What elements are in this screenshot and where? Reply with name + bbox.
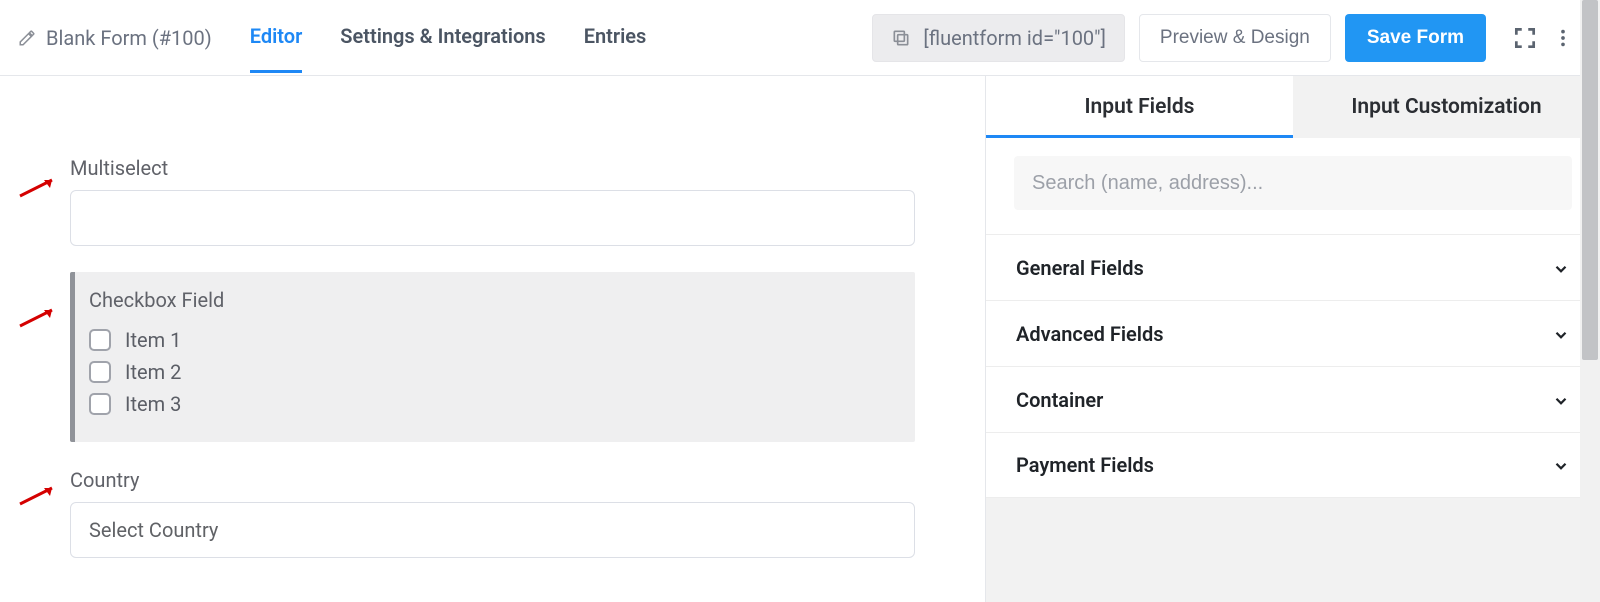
checkbox-icon[interactable] — [89, 329, 111, 351]
chevron-down-icon — [1552, 259, 1570, 277]
annotation-arrow — [18, 484, 58, 506]
form-canvas: Multiselect Checkbox Field Item 1 Item 2… — [0, 76, 985, 602]
save-form-button[interactable]: Save Form — [1345, 14, 1486, 62]
checkbox-icon[interactable] — [89, 361, 111, 383]
pencil-icon — [18, 29, 36, 47]
shortcode-text: [fluentform id="100"] — [923, 26, 1105, 50]
panel-tab-input-fields[interactable]: Input Fields — [986, 76, 1293, 138]
checkbox-option[interactable]: Item 1 — [89, 324, 897, 356]
group-label: General Fields — [1016, 256, 1144, 280]
checkbox-label: Checkbox Field — [89, 288, 897, 312]
checkbox-option[interactable]: Item 3 — [89, 388, 897, 420]
right-panel: Input Fields Input Customization General… — [985, 76, 1600, 602]
annotation-arrow — [18, 306, 58, 328]
country-placeholder: Select Country — [89, 518, 218, 542]
shortcode-box[interactable]: [fluentform id="100"] — [872, 14, 1124, 62]
chevron-down-icon — [1552, 456, 1570, 474]
annotation-arrow — [18, 176, 58, 198]
multiselect-label: Multiselect — [70, 156, 915, 180]
checkbox-icon[interactable] — [89, 393, 111, 415]
top-bar: Blank Form (#100) Editor Settings & Inte… — [0, 0, 1600, 76]
chevron-down-icon — [1552, 391, 1570, 409]
form-title[interactable]: Blank Form (#100) — [18, 26, 212, 50]
form-title-text: Blank Form (#100) — [46, 26, 212, 50]
country-select[interactable]: Select Country — [70, 502, 915, 558]
scrollbar-thumb[interactable] — [1582, 0, 1598, 360]
group-label: Payment Fields — [1016, 453, 1154, 477]
checkbox-option-label: Item 1 — [125, 328, 181, 352]
country-label: Country — [70, 468, 915, 492]
field-checkbox[interactable]: Checkbox Field Item 1 Item 2 Item 3 — [70, 272, 915, 442]
multiselect-input[interactable] — [70, 190, 915, 246]
checkbox-option-label: Item 3 — [125, 392, 181, 416]
group-payment-fields[interactable]: Payment Fields — [986, 432, 1600, 498]
field-groups: General Fields Advanced Fields Container… — [986, 234, 1600, 498]
tab-settings-integrations[interactable]: Settings & Integrations — [340, 0, 545, 75]
panel-tab-input-customization[interactable]: Input Customization — [1293, 76, 1600, 138]
group-label: Advanced Fields — [1016, 322, 1164, 346]
main-tabs: Editor Settings & Integrations Entries — [250, 0, 647, 75]
more-menu-icon[interactable] — [1544, 19, 1582, 57]
tab-entries[interactable]: Entries — [584, 0, 647, 75]
field-country[interactable]: Country Select Country — [70, 468, 915, 558]
group-container[interactable]: Container — [986, 366, 1600, 432]
panel-tabs: Input Fields Input Customization — [986, 76, 1600, 138]
preview-design-button[interactable]: Preview & Design — [1139, 14, 1331, 62]
checkbox-option[interactable]: Item 2 — [89, 356, 897, 388]
copy-icon — [891, 28, 911, 48]
group-label: Container — [1016, 388, 1103, 412]
field-search-input[interactable] — [1014, 156, 1572, 210]
field-search-wrap — [986, 138, 1600, 234]
checkbox-option-label: Item 2 — [125, 360, 181, 384]
fullscreen-icon[interactable] — [1506, 19, 1544, 57]
main-area: Multiselect Checkbox Field Item 1 Item 2… — [0, 76, 1600, 602]
tab-editor[interactable]: Editor — [250, 0, 303, 75]
group-advanced-fields[interactable]: Advanced Fields — [986, 300, 1600, 366]
page-scrollbar[interactable] — [1580, 0, 1600, 602]
chevron-down-icon — [1552, 325, 1570, 343]
field-multiselect[interactable]: Multiselect — [70, 156, 915, 246]
group-general-fields[interactable]: General Fields — [986, 234, 1600, 300]
